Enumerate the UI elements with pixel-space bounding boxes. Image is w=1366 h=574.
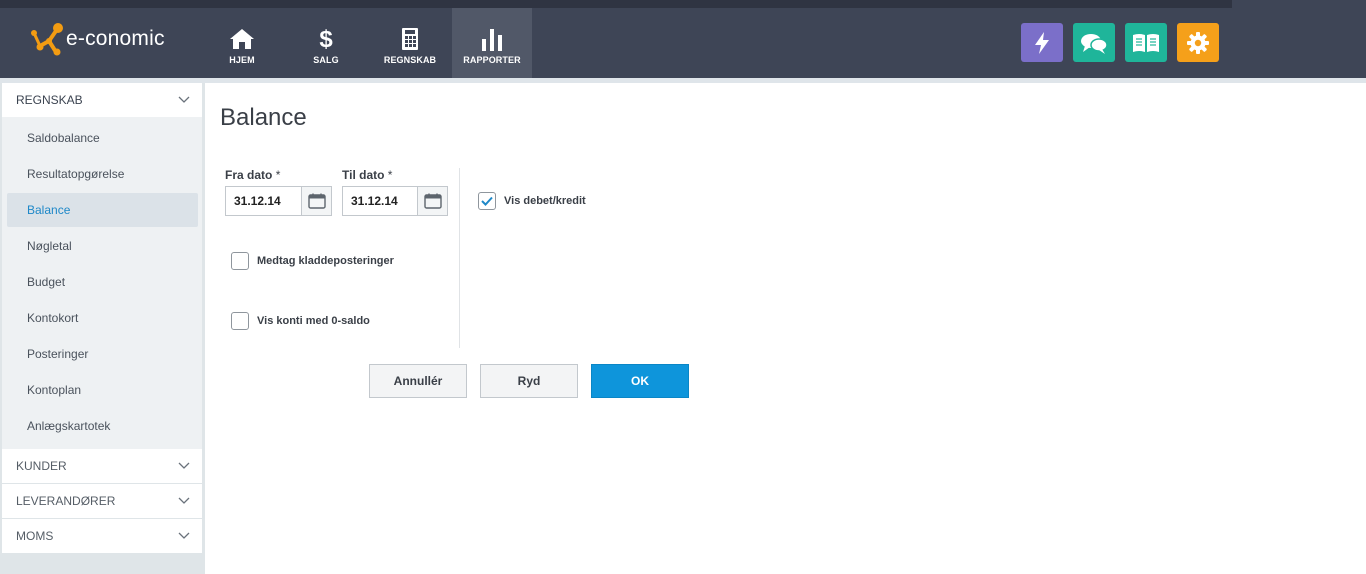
zero-accounts-label: Vis konti med 0-saldo xyxy=(257,315,370,327)
sidebar-item-saldobalance[interactable]: Saldobalance xyxy=(7,121,198,155)
settings-button[interactable] xyxy=(1177,23,1219,62)
messages-button[interactable] xyxy=(1073,23,1115,62)
nav-label-regnskab: REGNSKAB xyxy=(383,55,437,65)
include-drafts-checkbox[interactable] xyxy=(231,252,249,270)
logo-text: e-conomic xyxy=(66,27,165,50)
include-drafts-label: Medtag kladdeposteringer xyxy=(257,255,394,267)
required-mark: * xyxy=(275,168,281,182)
nav-item-regnskab[interactable]: REGNSKAB xyxy=(368,8,452,78)
gear-icon xyxy=(1187,31,1209,54)
chevron-down-icon xyxy=(178,532,190,539)
logo-mark-icon xyxy=(30,22,64,56)
zero-accounts-checkbox-row[interactable]: Vis konti med 0-saldo xyxy=(231,312,370,330)
sidebar-group-label: KUNDER xyxy=(16,459,67,473)
chevron-down-icon xyxy=(178,462,190,469)
zero-accounts-checkbox[interactable] xyxy=(231,312,249,330)
to-date-label-text: Til dato xyxy=(342,168,385,182)
debit-credit-checkbox-row[interactable]: Vis debet/kredit xyxy=(478,192,586,210)
sidebar-item-kontokort[interactable]: Kontokort xyxy=(7,301,198,335)
sidebar-group-label: LEVERANDØRER xyxy=(16,494,116,508)
topbar-strip xyxy=(0,0,1366,8)
sidebar: REGNSKAB Saldobalance Resultatopgørelse … xyxy=(0,83,205,574)
svg-text:$: $ xyxy=(319,26,333,51)
help-book-button[interactable] xyxy=(1125,23,1167,62)
nav-label-hjem: HJEM xyxy=(229,55,255,65)
sidebar-group-header-regnskab[interactable]: REGNSKAB xyxy=(2,83,202,117)
bar-chart-icon xyxy=(480,21,504,51)
sidebar-item-resultatopgorelse[interactable]: Resultatopgørelse xyxy=(7,157,198,191)
sidebar-group-header-kunder[interactable]: KUNDER xyxy=(2,449,202,483)
from-date-label: Fra dato * xyxy=(225,168,280,182)
ok-button[interactable]: OK xyxy=(591,364,689,398)
main-nav: HJEM $ SALG REGNSKAB RAPPORTER xyxy=(200,8,532,78)
lightning-icon xyxy=(1035,31,1049,54)
page-title: Balance xyxy=(220,104,307,131)
nav-item-hjem[interactable]: HJEM xyxy=(200,8,284,78)
from-date-label-text: Fra dato xyxy=(225,168,273,182)
toolbar-buttons xyxy=(1021,23,1229,62)
required-mark: * xyxy=(387,168,393,182)
sidebar-item-posteringer[interactable]: Posteringer xyxy=(7,337,198,371)
chevron-down-icon xyxy=(178,96,190,103)
chevron-down-icon xyxy=(178,497,190,504)
from-date-field[interactable]: 31.12.14 xyxy=(225,186,332,216)
to-date-field[interactable]: 31.12.14 xyxy=(342,186,448,216)
debit-credit-label: Vis debet/kredit xyxy=(504,195,586,207)
nav-item-salg[interactable]: $ SALG xyxy=(284,8,368,78)
sidebar-items: Saldobalance Resultatopgørelse Balance N… xyxy=(2,117,202,449)
sidebar-group-header-moms[interactable]: MOMS xyxy=(2,519,202,553)
sidebar-group-label: REGNSKAB xyxy=(16,93,83,107)
app-logo[interactable]: e-conomic xyxy=(30,22,165,56)
sidebar-item-anlaegskartotek[interactable]: Anlægskartotek xyxy=(7,409,198,443)
book-icon xyxy=(1133,33,1159,52)
quick-actions-button[interactable] xyxy=(1021,23,1063,62)
sidebar-item-balance[interactable]: Balance xyxy=(7,193,198,227)
topbar-right-area xyxy=(1232,0,1366,78)
top-navigation-bar: e-conomic HJEM $ SALG REGNSKAB RAPPORTER xyxy=(0,0,1366,78)
clear-button[interactable]: Ryd xyxy=(480,364,578,398)
from-date-value[interactable]: 31.12.14 xyxy=(226,187,301,215)
sidebar-group-kunder: KUNDER xyxy=(2,449,202,483)
sidebar-item-noegletal[interactable]: Nøgletal xyxy=(7,229,198,263)
cancel-button[interactable]: Annullér xyxy=(369,364,467,398)
sidebar-group-leverandoerer: LEVERANDØRER xyxy=(2,484,202,518)
from-date-calendar-button[interactable] xyxy=(301,187,331,215)
nav-label-salg: SALG xyxy=(313,55,339,65)
form-divider xyxy=(459,168,460,348)
nav-item-rapporter[interactable]: RAPPORTER xyxy=(452,8,532,78)
sidebar-item-kontoplan[interactable]: Kontoplan xyxy=(7,373,198,407)
to-date-calendar-button[interactable] xyxy=(417,187,447,215)
chat-icon xyxy=(1081,33,1108,54)
home-icon xyxy=(229,21,255,51)
calendar-icon xyxy=(423,193,442,209)
debit-credit-checkbox[interactable] xyxy=(478,192,496,210)
calculator-icon xyxy=(401,21,419,51)
sidebar-group-regnskab: REGNSKAB Saldobalance Resultatopgørelse … xyxy=(2,83,202,449)
dollar-icon: $ xyxy=(317,21,335,51)
sidebar-group-header-leverandoerer[interactable]: LEVERANDØRER xyxy=(2,484,202,518)
sidebar-item-budget[interactable]: Budget xyxy=(7,265,198,299)
include-drafts-checkbox-row[interactable]: Medtag kladdeposteringer xyxy=(231,252,394,270)
calendar-icon xyxy=(307,193,326,209)
to-date-label: Til dato * xyxy=(342,168,392,182)
sidebar-group-label: MOMS xyxy=(16,529,54,543)
checkmark-icon xyxy=(481,196,493,206)
sidebar-group-moms: MOMS xyxy=(2,519,202,553)
nav-label-rapporter: RAPPORTER xyxy=(463,55,521,65)
to-date-value[interactable]: 31.12.14 xyxy=(343,187,417,215)
